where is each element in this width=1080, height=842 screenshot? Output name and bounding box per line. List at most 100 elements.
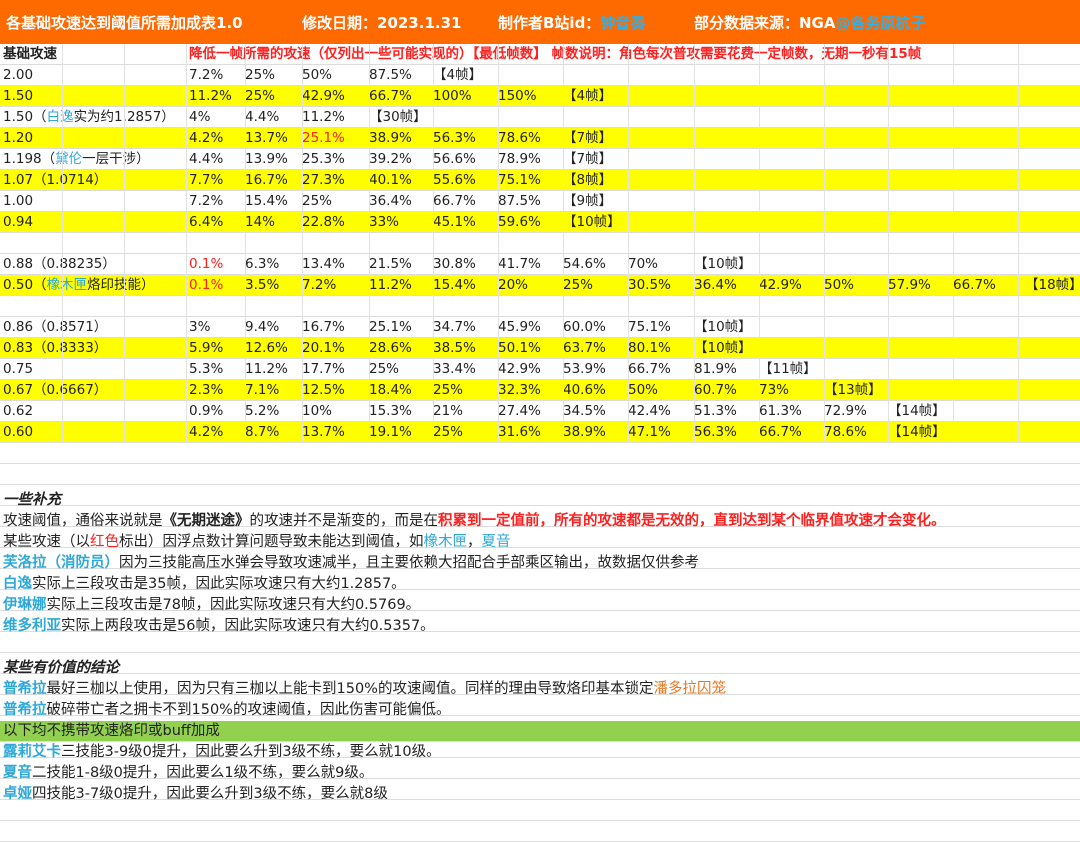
base-speed-cell: 2.00 [3,67,34,83]
character-name: 普希拉 [3,681,47,697]
table-row: 0.94 6.4% 14% 22.8% 33% 45.1% 59.6% 【10帧】 [0,212,1080,233]
note-line: 夏音二技能1-8级0提升，因此要么1级不练，要么就9级。 [3,763,373,784]
speed-bonus-cell: 66.7% [369,88,412,104]
note-line: 伊琳娜实际上三段攻击是78帧，因此实际攻速只有大约0.5769。 [3,595,420,616]
note-text: 实际上三段攻击是78帧，因此实际攻速只有大约0.5769。 [46,597,421,613]
speed-bonus-cell: 42.9% [302,88,345,104]
speed-bonus-cell: 15.4% [245,193,288,209]
note-line: 一些补充 [3,490,61,511]
empty-row [0,443,1080,464]
speed-bonus-cell: 14% [245,214,276,230]
note-line: 攻速阈值，通俗来说就是《无期迷途》的攻速并不是渐变的，而是在积累到一定值前，所有… [3,511,946,532]
character-name: 芙洛拉（消防员） [3,555,119,571]
note-line: 以下均不携带攻速烙印或buff加成 [3,721,220,742]
speed-bonus-cell: 25.3% [302,151,345,167]
character-name: 橡木匣 [46,277,88,293]
speed-bonus-cell: 21.5% [369,256,412,272]
speed-bonus-cell: 50% [824,277,855,293]
min-frame-cell: 【10帧】 [694,340,752,356]
speed-bonus-cell: 54.6% [563,256,606,272]
speed-bonus-cell: 75.1% [498,172,541,188]
speed-bonus-cell: 30.5% [628,277,671,293]
speed-bonus-cell: 45.9% [498,319,541,335]
speed-bonus-cell: 16.7% [302,319,345,335]
speed-bonus-cell: 13.9% [245,151,288,167]
speed-bonus-cell: 11.2% [302,109,345,125]
note-text: 最好三枷以上使用，因为只有三枷以上能卡到150%的攻速阈值。同样的理由导致烙印基… [46,681,654,697]
speed-bonus-cell: 4.2% [189,130,224,146]
table-row: 0.86（0.8571） 3% 9.4% 16.7% 25.1% 34.7% 45.9% 60… [0,317,1080,338]
grid-line [186,44,187,464]
speed-bonus-cell: 0.9% [189,403,224,419]
speed-bonus-cell: 34.7% [433,319,476,335]
speed-bonus-cell: 5.3% [189,361,224,377]
speed-bonus-cell: 42.9% [759,277,802,293]
table-row: 0.83（0.8333） 5.9% 12.6% 20.1% 28.6% 38.5% 50.1… [0,338,1080,359]
base-speed-cell: 0.94 [3,214,34,230]
speed-bonus-cell: 36.4% [369,193,412,209]
table-row: 1.50 11.2% 25% 42.9% 66.7% 100% 150% 【4帧】 [0,86,1080,107]
speed-bonus-cell: 56.6% [433,151,476,167]
speed-bonus-cell: 75.1% [628,319,671,335]
speed-bonus-cell: 60.0% [563,319,606,335]
speed-bonus-cell: 56.3% [433,130,476,146]
source-label: 部分数据来源：NGA@各务原杭子 [694,12,926,33]
character-name: 黛伦 [55,151,83,167]
empty-row [0,653,1080,674]
speed-bonus-cell: 66.7% [433,193,476,209]
base-speed-cell: 1.198（黛伦一层干涉） [3,149,150,170]
speed-bonus-cell: 3% [189,319,211,335]
note-text: 四技能3-7级0提升，因此要么升到3级不练，要么就8级 [32,786,388,802]
base-speed-suffix: 烙印技能） [87,277,155,293]
table-row: 0.75 5.3% 11.2% 17.7% 25% 33.4% 42.9% 53.9% 66.7… [0,359,1080,380]
speed-bonus-cell: 150% [498,88,537,104]
min-frame-cell: 【14帧】 [888,403,946,419]
grid-line [824,44,825,464]
speed-bonus-cell: 25% [433,382,464,398]
base-speed-cell: 0.50（橡木匣烙印技能） [3,275,155,296]
author-name: 钟音奏 [600,14,646,32]
table-row: 1.20 4.2% 13.7% 25.1% 38.9% 56.3% 78.6% 【7帧】 [0,128,1080,149]
speed-bonus-cell: 11.2% [245,361,288,377]
note-line: 白逸实际上三段攻击是35帧，因此实际攻速只有大约1.2857。 [3,574,406,595]
character-name: 伊琳娜 [3,597,47,613]
speed-bonus-cell: 80.1% [628,340,671,356]
note-text: 的攻速并不是渐变的，而是在 [249,513,439,529]
character-name: 白逸 [3,576,32,592]
min-frame-cell: 【14帧】 [888,424,946,440]
speed-bonus-cell: 18.4% [369,382,412,398]
speed-bonus-cell: 70% [628,256,659,272]
base-speed-cell: 1.20 [3,130,34,146]
sheet-title: 各基础攻速达到阈值所需加成表1.0 [6,14,243,32]
character-name: 橡木匣 [423,534,468,550]
speed-bonus-cell: 66.7% [628,361,671,377]
note-text: 三技能3-9级0提升，因此要么升到3级不练，要么就10级。 [61,744,441,760]
spreadsheet-grid: 基础攻速 降低一帧所需的攻速（仅列出一些可能实现的）【最低帧数】 帧数说明：角色… [0,44,1080,842]
speed-bonus-cell: 63.7% [563,340,606,356]
speed-bonus-cell: 78.9% [498,151,541,167]
speed-bonus-cell: 55.6% [433,172,476,188]
note-text: 破碎带亡者之拥卡不到150%的攻速阈值，因此伤害可能偏低。 [46,702,451,718]
game-title: 《无期迷途》 [162,513,250,529]
note-line: 卓娅四技能3-7级0提升，因此要么升到3级不练，要么就8级 [3,784,388,805]
grid-line [498,44,499,464]
speed-bonus-cell: 8.7% [245,424,280,440]
note-emphasis: 积累到一定值前，所有的攻速都是无效的，直到达到某个临界值攻速才会变化。 [438,513,946,529]
note-text: 实际上三段攻击是35帧，因此实际攻速只有大约1.2857。 [32,576,406,592]
speed-bonus-cell: 25% [245,88,276,104]
base-speed-cell: 0.83（0.8333） [3,340,108,356]
base-speed-prefix: 1.50（ [3,109,47,125]
speed-bonus-cell: 31.6% [498,424,541,440]
supplement-heading: 一些补充 [3,492,61,508]
speed-bonus-cell: 25.1% [369,319,412,335]
speed-bonus-cell: 2.3% [189,382,224,398]
base-speed-cell: 0.60 [3,424,34,440]
note-text: 二技能1-8级0提升，因此要么1级不练，要么就9级。 [32,765,374,781]
conclusions-heading: 某些有价值的结论 [3,660,119,676]
modified-date: 修改日期：2023.1.31 [302,14,462,32]
base-speed-cell: 1.50 [3,88,34,104]
min-frame-cell: 【30帧】 [369,109,427,125]
speed-bonus-cell: 56.3% [694,424,737,440]
base-speed-cell: 1.00 [3,193,34,209]
base-speed-cell: 1.50（白逸实为约1.2857） [3,107,175,128]
